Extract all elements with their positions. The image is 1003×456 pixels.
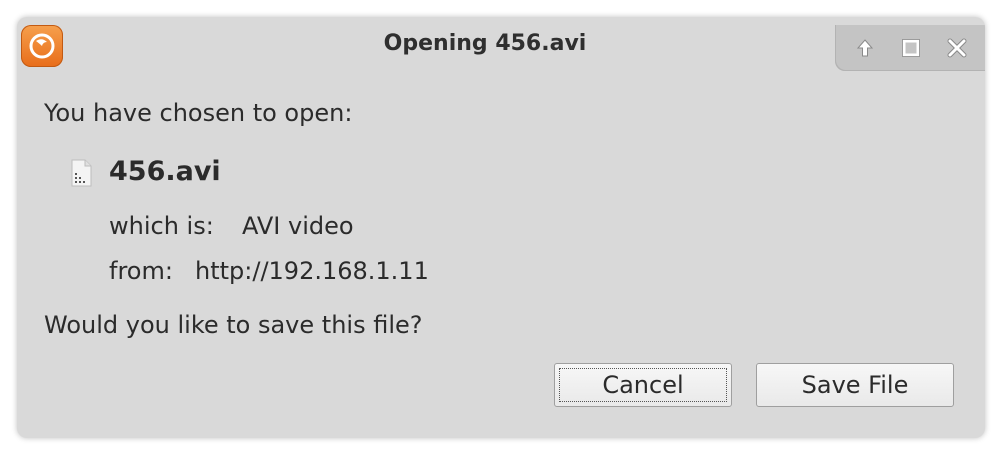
video-file-icon: [70, 159, 92, 187]
cancel-button[interactable]: Cancel: [554, 363, 732, 407]
maximize-icon[interactable]: [899, 36, 923, 60]
file-source-label: from:: [109, 257, 173, 285]
window-controls: [835, 25, 985, 71]
file-source-value: http://192.168.1.11: [195, 257, 429, 285]
close-icon[interactable]: [945, 36, 969, 60]
file-type-value: AVI video: [242, 212, 354, 240]
save-file-button[interactable]: Save File: [756, 363, 954, 407]
window-title: Opening 456.avi: [383, 31, 587, 56]
up-arrow-icon[interactable]: [853, 36, 877, 60]
file-type-label: which is:: [109, 212, 214, 240]
save-question: Would you like to save this file?: [44, 311, 423, 339]
file-name: 456.avi: [109, 156, 221, 187]
title-bar[interactable]: Opening 456.avi: [17, 17, 985, 77]
prompt-text: You have chosen to open:: [44, 99, 353, 127]
download-dialog: Opening 456.avi You have chosen to open:…: [17, 17, 985, 438]
